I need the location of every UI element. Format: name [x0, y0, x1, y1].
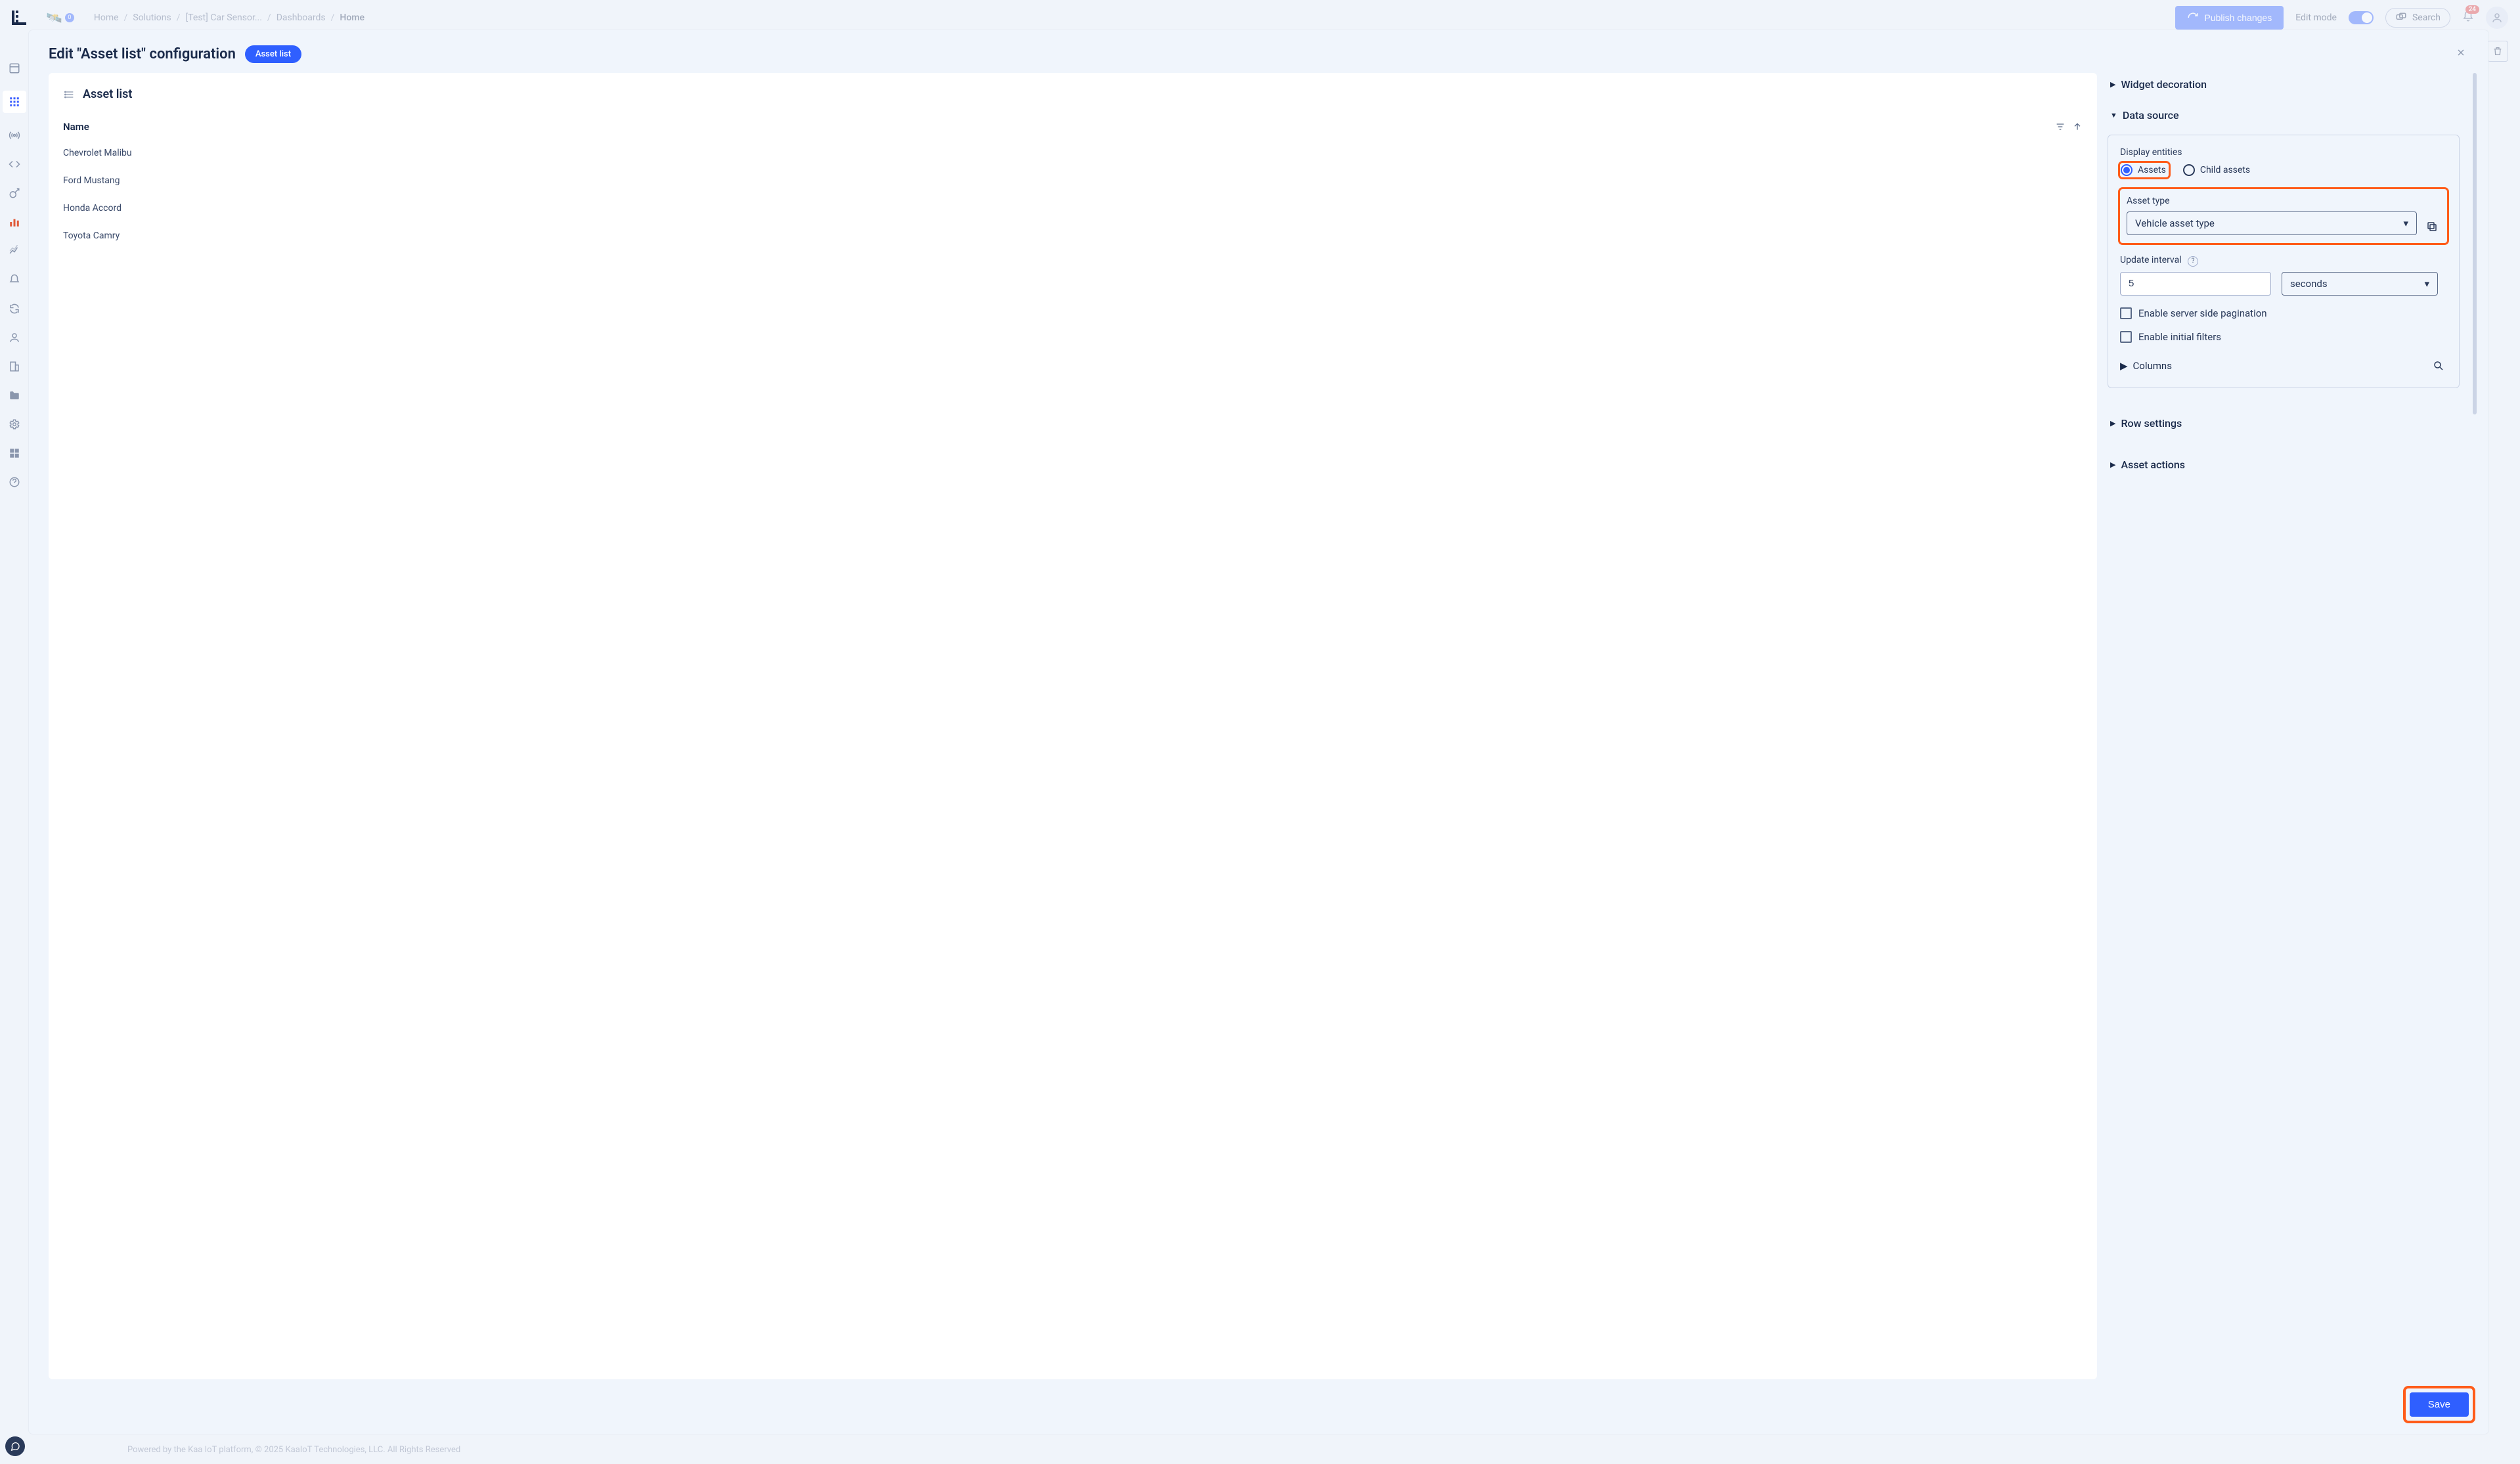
checkbox-initial-filters[interactable]: Enable initial filters: [2120, 331, 2447, 343]
columns-search-button[interactable]: [2430, 357, 2447, 374]
chevron-right-icon: ▶: [2110, 419, 2115, 428]
asset-type-label: Asset type: [2127, 196, 2441, 206]
chevron-right-icon: ▶: [2120, 360, 2128, 372]
radio-assets[interactable]: Assets: [2121, 164, 2166, 176]
nav-alerts[interactable]: [8, 273, 21, 286]
widget-preview-title: Asset list: [83, 87, 132, 101]
broadcast-icon: [9, 129, 20, 141]
nav-broadcast[interactable]: [8, 129, 21, 142]
nav-help[interactable]: [8, 476, 21, 489]
nav-target[interactable]: [8, 187, 21, 200]
target-icon: [9, 187, 20, 199]
radio-icon-checked: [2121, 164, 2133, 176]
brand-logo[interactable]: [12, 11, 26, 25]
chevron-right-icon: ▶: [2110, 460, 2115, 469]
list-icon: [63, 89, 76, 100]
modal-close-button[interactable]: [2453, 45, 2469, 64]
dashboard-icon: [9, 62, 20, 74]
asset-type-group: Asset type Vehicle asset type ▾: [2120, 189, 2447, 243]
chat-support-button[interactable]: [5, 1436, 25, 1456]
sort-asc-icon[interactable]: [2072, 122, 2083, 132]
nav-metrics[interactable]: [8, 215, 21, 229]
folder-icon: [9, 389, 20, 401]
trend-icon: [9, 245, 20, 257]
modal-footer: Save: [29, 1388, 2488, 1434]
nav-settings[interactable]: [8, 418, 21, 431]
chat-icon: [10, 1441, 20, 1452]
chevron-down-icon: ▾: [2424, 278, 2429, 290]
radio-child-assets[interactable]: Child assets: [2183, 164, 2250, 176]
data-source-settings: Display entities Assets Child assets: [2108, 135, 2460, 388]
nav-users[interactable]: [8, 331, 21, 344]
configuration-panel: ▶ Widget decoration ▼ Data source Displa…: [2108, 73, 2462, 1379]
modal-scrollbar[interactable]: [2473, 73, 2478, 1379]
section-asset-actions[interactable]: ▶ Asset actions: [2108, 453, 2460, 476]
checkbox-server-pagination[interactable]: Enable server side pagination: [2120, 307, 2447, 319]
person-icon: [9, 332, 20, 344]
save-button[interactable]: Save: [2410, 1392, 2469, 1417]
section-data-source[interactable]: ▼ Data source: [2108, 104, 2460, 127]
grid-icon: [9, 96, 20, 108]
puzzle-icon: [9, 447, 20, 459]
nav-files[interactable]: [8, 389, 21, 402]
chevron-down-icon: ▾: [2403, 217, 2408, 229]
list-item[interactable]: Chevrolet Malibu: [63, 139, 2083, 167]
close-icon: [2456, 47, 2466, 58]
radio-icon: [2183, 164, 2195, 176]
nav-integrations[interactable]: [8, 447, 21, 460]
code-icon: [9, 158, 20, 170]
update-interval-unit-select[interactable]: seconds ▾: [2282, 272, 2438, 296]
widget-preview-panel: Asset list Name Chevrolet Malibu Ford Mu…: [49, 73, 2097, 1379]
copy-icon: [2426, 221, 2438, 233]
sync-icon: [9, 303, 20, 315]
metrics-icon: [9, 216, 20, 228]
list-item[interactable]: Ford Mustang: [63, 167, 2083, 194]
help-icon: [9, 476, 20, 488]
modal-title: Edit "Asset list" configuration: [49, 46, 236, 62]
section-row-settings[interactable]: ▶ Row settings: [2108, 412, 2460, 435]
update-interval-label: Update interval ?: [2120, 255, 2447, 267]
filter-icon[interactable]: [2055, 122, 2066, 132]
nav-trends[interactable]: [8, 244, 21, 257]
update-interval-input[interactable]: [2120, 272, 2271, 296]
nav-dashboard[interactable]: [8, 62, 21, 75]
columns-expander[interactable]: ▶ Columns: [2120, 360, 2172, 372]
help-icon[interactable]: ?: [2188, 256, 2198, 267]
section-widget-decoration[interactable]: ▶ Widget decoration: [2108, 73, 2460, 96]
chevron-right-icon: ▶: [2110, 80, 2115, 89]
asset-type-select[interactable]: Vehicle asset type ▾: [2127, 211, 2417, 235]
checkbox-icon: [2120, 331, 2132, 343]
chevron-down-icon: ▼: [2110, 111, 2117, 120]
list-header-row: Name: [63, 114, 2083, 139]
widget-type-chip: Asset list: [245, 45, 301, 63]
column-header-name[interactable]: Name: [63, 121, 89, 133]
list-item[interactable]: Toyota Camry: [63, 222, 2083, 250]
checkbox-icon: [2120, 307, 2132, 319]
nav-code[interactable]: [8, 158, 21, 171]
modal-header: Edit "Asset list" configuration Asset li…: [29, 30, 2488, 73]
nav-org[interactable]: [8, 360, 21, 373]
building-icon: [9, 361, 20, 372]
bell-outline-icon: [9, 274, 20, 286]
display-entities-label: Display entities: [2120, 147, 2447, 158]
nav-apps[interactable]: [3, 91, 26, 113]
gear-icon: [9, 418, 20, 430]
list-item[interactable]: Honda Accord: [63, 194, 2083, 222]
edit-configuration-modal: Edit "Asset list" configuration Asset li…: [29, 30, 2488, 1434]
nav-sync[interactable]: [8, 302, 21, 315]
left-navigation-rail: [0, 35, 29, 1464]
copy-asset-type-button[interactable]: [2423, 218, 2441, 235]
search-icon: [2433, 360, 2444, 372]
